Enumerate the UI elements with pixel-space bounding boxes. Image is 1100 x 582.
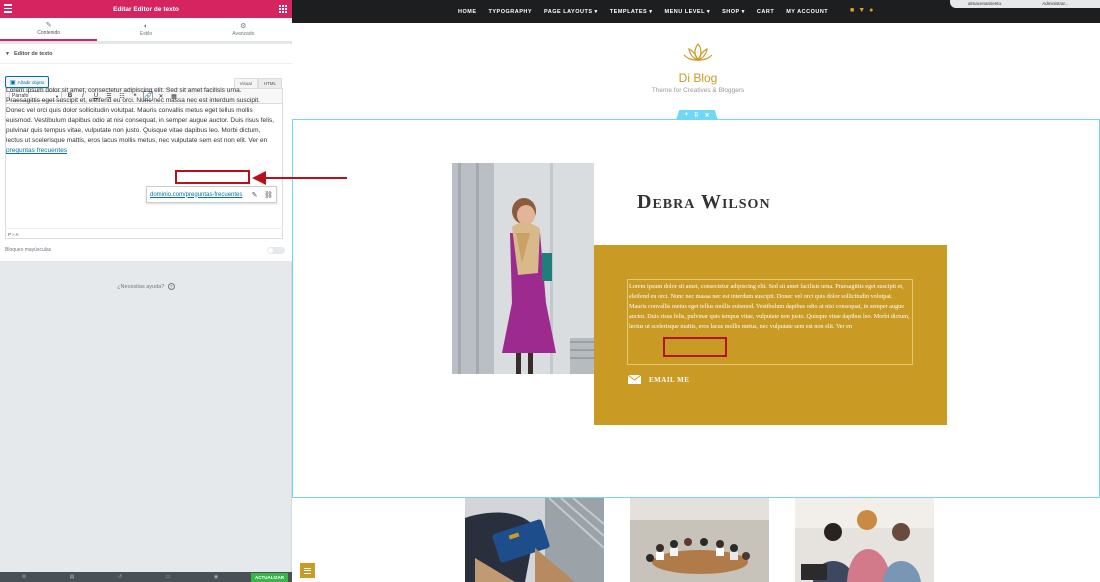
cart-icon[interactable]: ▼ xyxy=(858,7,865,15)
tab-avanzado[interactable]: ⚙ Avanzado xyxy=(195,18,292,41)
link-highlight-box-preview xyxy=(663,337,727,357)
caps-lock-row: Bloqueo mayúsculas xyxy=(5,245,285,255)
history-icon[interactable]: ↺ xyxy=(96,574,144,580)
lotus-logo-icon xyxy=(683,43,713,62)
half-circle-icon: ◐ xyxy=(143,22,149,30)
edit-link-icon[interactable]: ✎ xyxy=(250,190,259,199)
caps-toggle[interactable] xyxy=(267,246,285,254)
settings-icon[interactable]: ⚙ xyxy=(0,574,48,580)
nav-menu-level[interactable]: MENU LEVEL ▾ xyxy=(664,9,710,15)
navigator-icon[interactable]: ▤ xyxy=(48,574,96,580)
link-toolbar-popup: dominio.com/preguntas-frecuentes ✎ ⛓ xyxy=(146,186,277,203)
question-icon: ? xyxy=(167,283,175,290)
panel-tabs: ✎ Contenido ◐ Estilo ⚙ Avanzado xyxy=(0,18,292,42)
person-name: Debra Wilson xyxy=(637,191,771,213)
preview-icon[interactable]: ◉ xyxy=(192,574,240,580)
profile-photo xyxy=(452,163,594,374)
editor-statusbar: P » A xyxy=(5,228,283,239)
nav-cart[interactable]: CART xyxy=(757,9,774,15)
thumbnail-meeting[interactable] xyxy=(630,498,769,582)
email-me-link[interactable]: EMAIL ME xyxy=(628,375,689,384)
site-tagline: Theme for Creatives & Bloggers xyxy=(651,87,745,94)
panel-header: Editar Editor de texto xyxy=(0,0,292,18)
woman-on-phone-image xyxy=(452,163,594,374)
tablet-image xyxy=(465,498,604,582)
envelope-icon xyxy=(628,375,641,384)
pencil-icon: ✎ xyxy=(45,21,52,29)
site-preview: HOME TYPOGRAPHY PAGE LAYOUTS ▾ TEMPLATES… xyxy=(292,0,1100,582)
gear-icon: ⚙ xyxy=(240,22,247,30)
update-button[interactable]: ACTUALIZAR xyxy=(251,573,288,582)
bag-icon[interactable]: ■ xyxy=(850,7,854,15)
tab-contenido[interactable]: ✎ Contenido xyxy=(0,18,98,41)
unlink-icon[interactable]: ⛓ xyxy=(264,190,273,199)
nav-templates[interactable]: TEMPLATES ▾ xyxy=(610,9,653,15)
nav-page-layouts[interactable]: PAGE LAYOUTS ▾ xyxy=(544,9,598,15)
elementor-panel: Editar Editor de texto ✎ Contenido ◐ Est… xyxy=(0,0,292,582)
nav-home[interactable]: HOME xyxy=(458,9,477,15)
section-header-editor[interactable]: ▼ Editor de texto xyxy=(0,44,292,64)
thumbnail-coworkers[interactable] xyxy=(795,498,934,582)
add-section-icon[interactable]: + xyxy=(685,112,689,118)
link-highlight-box xyxy=(175,170,250,184)
panel-title: Editar Editor de texto xyxy=(113,5,179,13)
site-title: Di Blog xyxy=(678,71,718,85)
delete-section-icon[interactable]: ✕ xyxy=(704,112,709,119)
media-icon: ▣ xyxy=(10,79,16,86)
elementor-menu-icon[interactable] xyxy=(300,563,315,578)
section-handle[interactable]: + ⠿ ✕ xyxy=(676,110,718,120)
coworkers-image xyxy=(795,498,934,582)
user-icon[interactable]: ● xyxy=(869,7,873,15)
nav-my-account[interactable]: MY ACCOUNT xyxy=(786,9,828,15)
help-link[interactable]: ¿Necesitas ayuda? ? xyxy=(0,283,292,290)
faq-link[interactable]: preguntas frecuentes xyxy=(6,147,67,154)
caret-down-icon: ▼ xyxy=(5,50,10,57)
nav-typography[interactable]: TYPOGRAPHY xyxy=(489,9,533,15)
responsive-icon[interactable]: ▭ xyxy=(144,574,192,580)
thumbnail-tablet[interactable] xyxy=(465,498,604,582)
tab-estilo[interactable]: ◐ Estilo xyxy=(97,18,194,41)
nav-icon-group: ■ ▼ ● xyxy=(850,7,873,15)
site-logo[interactable]: Di Blog Theme for Creatives & Bloggers xyxy=(628,42,768,94)
link-url[interactable]: dominio.com/preguntas-frecuentes xyxy=(150,192,242,198)
admin-notice: almacenamiento. Administrar... xyxy=(950,0,1100,8)
panel-footer: ⚙ ▤ ↺ ▭ ◉ ACTUALIZAR xyxy=(0,572,292,582)
drag-icon[interactable]: ⠿ xyxy=(694,112,698,119)
editor-area: ▣ Añadir objeto Visual HTML Párrafo ▼ B … xyxy=(0,64,292,261)
nav-shop[interactable]: SHOP ▾ xyxy=(722,9,745,15)
meeting-image xyxy=(630,498,769,582)
hamburger-icon[interactable] xyxy=(4,4,12,14)
annotation-arrow-icon xyxy=(252,171,347,185)
editor-content[interactable]: Lorem ipsum dolor sit amet, consectetur … xyxy=(6,86,276,156)
widgets-grid-icon[interactable] xyxy=(279,5,287,13)
admin-link[interactable]: Administrar... xyxy=(1042,1,1068,6)
